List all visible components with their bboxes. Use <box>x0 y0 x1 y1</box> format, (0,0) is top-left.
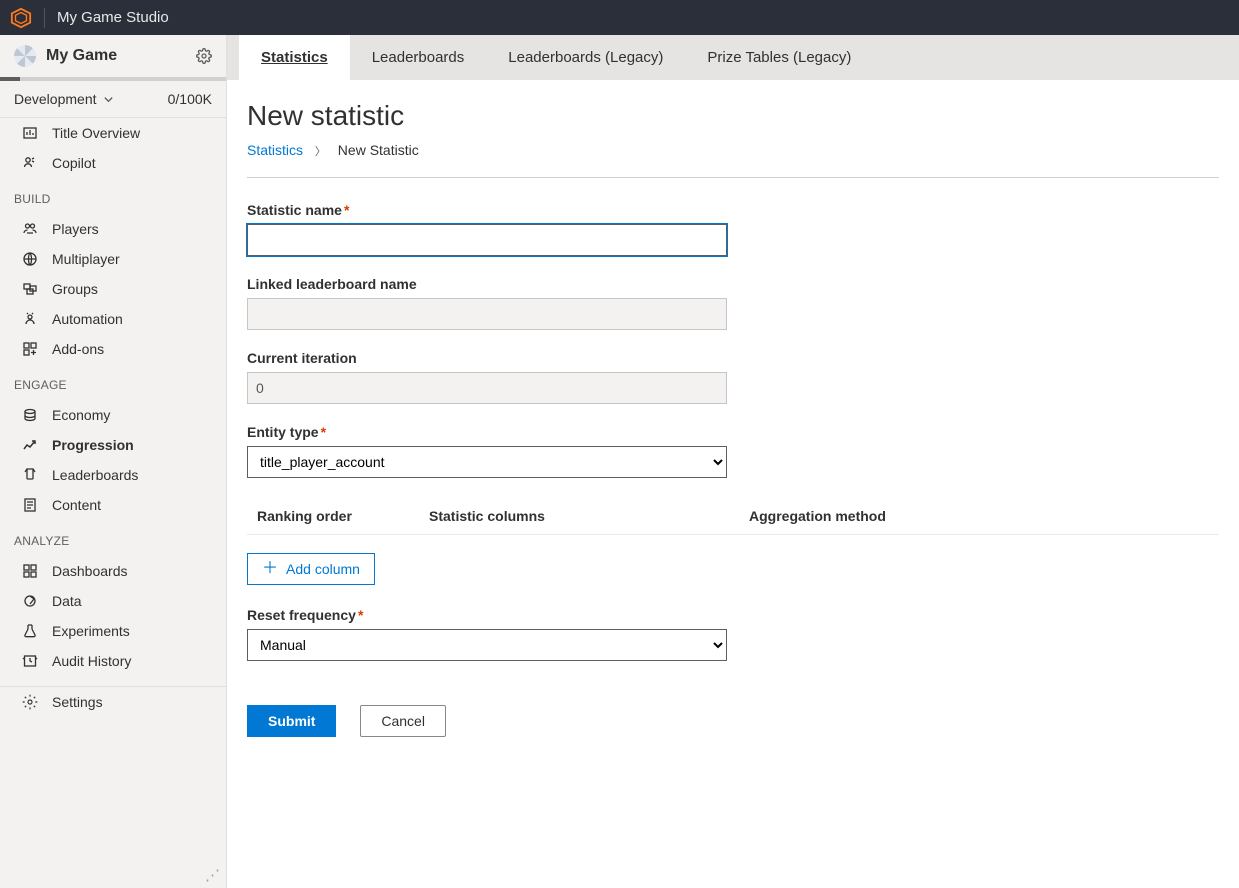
studio-name[interactable]: My Game Studio <box>57 9 169 26</box>
sidebar-item-label: Progression <box>52 437 134 453</box>
players-icon <box>22 221 38 237</box>
sidebar-item-overview[interactable]: Title Overview <box>0 118 226 148</box>
reset-frequency-select[interactable]: Manual <box>247 629 727 661</box>
audit-icon <box>22 653 38 669</box>
groups-icon <box>22 281 38 297</box>
sidebar-item-label: Copilot <box>52 155 96 171</box>
tab-statistics[interactable]: Statistics <box>239 35 350 80</box>
sidebar-item-leaderboards[interactable]: Leaderboards <box>0 460 226 490</box>
section-header: ANALYZE <box>0 520 226 556</box>
cancel-button[interactable]: Cancel <box>360 705 446 737</box>
sidebar-item-label: Multiplayer <box>52 251 120 267</box>
sidebar-item-audit[interactable]: Audit History <box>0 646 226 676</box>
sidebar-item-label: Add-ons <box>52 341 104 357</box>
sidebar-item-dashboards[interactable]: Dashboards <box>0 556 226 586</box>
experiments-icon <box>22 623 38 639</box>
sidebar-item-label: Players <box>52 221 99 237</box>
sidebar-item-label: Automation <box>52 311 123 327</box>
sidebar-item-multiplayer[interactable]: Multiplayer <box>0 244 226 274</box>
tab-leaderboards[interactable]: Leaderboards <box>350 35 487 80</box>
environment-count: 0/100K <box>168 91 212 107</box>
chevron-right-icon: 〉 <box>315 146 326 158</box>
sidebar: My Game Development 0/100K Title Overvie… <box>0 35 227 888</box>
sidebar-item-copilot[interactable]: Copilot <box>0 148 226 178</box>
sidebar-item-addons[interactable]: Add-ons <box>0 334 226 364</box>
sidebar-item-data[interactable]: Data <box>0 586 226 616</box>
sidebar-item-players[interactable]: Players <box>0 214 226 244</box>
environment-label: Development <box>14 91 97 107</box>
game-name[interactable]: My Game <box>46 47 196 65</box>
columns-header: Ranking order Statistic columns Aggregat… <box>247 498 1219 535</box>
sidebar-item-automation[interactable]: Automation <box>0 304 226 334</box>
sidebar-item-label: Title Overview <box>52 125 140 141</box>
add-column-label: Add column <box>286 561 360 577</box>
divider <box>247 177 1219 178</box>
sidebar-item-label: Leaderboards <box>52 467 138 483</box>
economy-icon <box>22 407 38 423</box>
col-statcols: Statistic columns <box>429 508 749 524</box>
game-icon <box>14 45 36 67</box>
leaderboards-icon <box>22 467 38 483</box>
sidebar-item-content[interactable]: Content <box>0 490 226 520</box>
chevron-down-icon <box>103 94 114 105</box>
gear-icon[interactable] <box>196 48 212 64</box>
copilot-icon <box>22 155 38 171</box>
statistic-name-label: Statistic name* <box>247 202 1219 218</box>
linked-leaderboard-input <box>247 298 727 330</box>
topbar: My Game Studio <box>0 0 1239 35</box>
sidebar-item-experiments[interactable]: Experiments <box>0 616 226 646</box>
breadcrumb: Statistics 〉 New Statistic <box>247 142 1219 159</box>
resize-handle-icon[interactable]: ⋰ <box>205 866 220 884</box>
sidebar-item-label: Economy <box>52 407 110 423</box>
sidebar-item-label: Groups <box>52 281 98 297</box>
sidebar-item-economy[interactable]: Economy <box>0 400 226 430</box>
dashboards-icon <box>22 563 38 579</box>
col-ranking: Ranking order <box>257 508 429 524</box>
entity-type-select[interactable]: title_player_account <box>247 446 727 478</box>
linked-leaderboard-label: Linked leaderboard name <box>247 276 1219 292</box>
tab-leaderboards-legacy-[interactable]: Leaderboards (Legacy) <box>486 35 685 80</box>
content-icon <box>22 497 38 513</box>
overview-icon <box>22 125 38 141</box>
sidebar-item-settings[interactable]: Settings <box>0 687 226 717</box>
sidebar-item-label: Audit History <box>52 653 131 669</box>
section-header: BUILD <box>0 178 226 214</box>
breadcrumb-root[interactable]: Statistics <box>247 142 303 158</box>
sidebar-item-groups[interactable]: Groups <box>0 274 226 304</box>
entity-type-label: Entity type* <box>247 424 1219 440</box>
data-icon <box>22 593 38 609</box>
add-column-button[interactable]: ＋ Add column <box>247 553 375 585</box>
sidebar-item-progression[interactable]: Progression <box>0 430 226 460</box>
sidebar-item-label: Experiments <box>52 623 130 639</box>
current-iteration-input <box>247 372 727 404</box>
multiplayer-icon <box>22 251 38 267</box>
sidebar-item-label: Dashboards <box>52 563 128 579</box>
section-header: ENGAGE <box>0 364 226 400</box>
col-aggregation: Aggregation method <box>749 508 1219 524</box>
addons-icon <box>22 341 38 357</box>
game-header: My Game <box>0 35 226 77</box>
tab-prize-tables-legacy-[interactable]: Prize Tables (Legacy) <box>685 35 873 80</box>
settings-icon <box>22 694 38 710</box>
environment-selector: Development 0/100K <box>0 81 226 118</box>
progression-icon <box>22 437 38 453</box>
sidebar-item-label: Content <box>52 497 101 513</box>
breadcrumb-current: New Statistic <box>338 142 419 158</box>
sidebar-item-label: Data <box>52 593 82 609</box>
page-title: New statistic <box>247 100 1219 132</box>
reset-frequency-label: Reset frequency* <box>247 607 1219 623</box>
submit-button[interactable]: Submit <box>247 705 336 737</box>
logo-icon <box>8 5 34 31</box>
automation-icon <box>22 311 38 327</box>
tabbar: StatisticsLeaderboardsLeaderboards (Lega… <box>227 35 1239 80</box>
plus-icon: ＋ <box>262 561 278 577</box>
statistic-name-input[interactable] <box>247 224 727 256</box>
environment-dropdown[interactable]: Development <box>14 91 114 107</box>
main: StatisticsLeaderboardsLeaderboards (Lega… <box>227 35 1239 888</box>
current-iteration-label: Current iteration <box>247 350 1219 366</box>
sidebar-item-label: Settings <box>52 694 103 710</box>
topbar-divider <box>44 8 45 28</box>
